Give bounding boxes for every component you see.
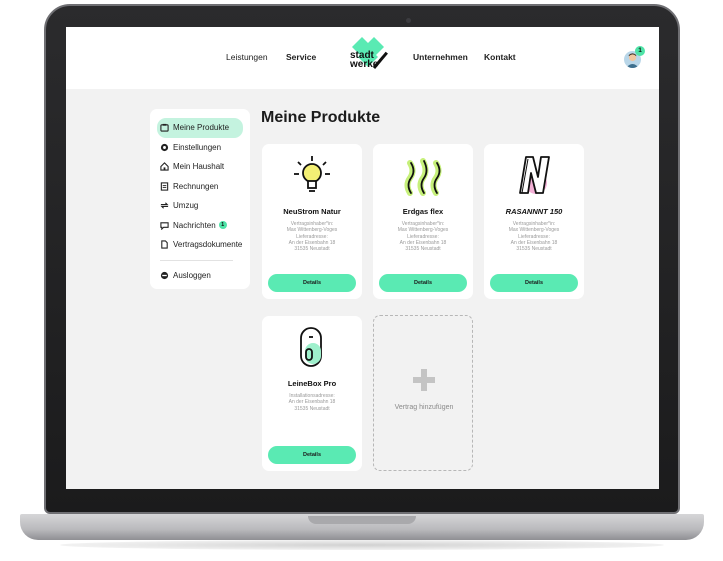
sidebar-item-label: Nachrichten <box>173 220 216 230</box>
product-details: Vertragsinhaber*in: Max Wittenberg-Voges… <box>489 221 579 252</box>
move-icon <box>160 202 169 209</box>
message-icon <box>160 222 169 230</box>
message-count-badge: 1 <box>218 221 227 230</box>
product-card-rasannnt-150: RASANNNT 150 Vertragsinhaber*in: Max Wit… <box>484 144 584 299</box>
sidebar-item-vertragsdokumente[interactable]: Vertragsdokumente <box>157 235 243 255</box>
sidebar-item-mein-haushalt[interactable]: Mein Haushalt <box>157 157 243 177</box>
product-name: NeuStrom Natur <box>283 207 341 216</box>
meta-line: 31535 Neustadt <box>294 246 330 253</box>
add-contract-card[interactable]: Vertrag hinzufügen <box>373 315 473 471</box>
internet-n-icon <box>519 156 550 194</box>
notification-badge: 1 <box>635 46 645 56</box>
gas-flame-icon <box>404 158 442 196</box>
sidebar-item-label: Umzug <box>173 201 199 211</box>
nav-link-leistungen[interactable]: Leistungen <box>226 52 268 62</box>
sidebar: Meine Produkte Einstellungen Mein Hausha… <box>150 109 250 289</box>
nav-link-service[interactable]: Service <box>286 52 316 62</box>
invoice-icon <box>160 182 169 191</box>
product-name: LeineBox Pro <box>287 379 337 388</box>
details-button[interactable]: Details <box>490 274 578 292</box>
top-navigation: Leistungen Service stadt werke Unternehm… <box>66 27 659 89</box>
product-card-neustrom-natur: NeuStrom Natur Vertragsinhaber*in: Max W… <box>262 144 362 299</box>
sidebar-item-label: Rechnungen <box>173 181 219 191</box>
logo-text-line-2: werke <box>350 59 379 70</box>
laptop-shadow <box>60 540 664 550</box>
page-title: Meine Produkte <box>261 109 381 126</box>
nav-link-kontakt[interactable]: Kontakt <box>484 52 516 62</box>
details-button[interactable]: Details <box>268 446 356 464</box>
meta-line: 31535 Neustadt <box>516 246 552 253</box>
plus-icon <box>413 369 435 391</box>
sidebar-item-einstellungen[interactable]: Einstellungen <box>157 138 243 158</box>
product-name: RASANNNT 150 <box>505 207 563 216</box>
sidebar-item-umzug[interactable]: Umzug <box>157 196 243 216</box>
gear-icon <box>160 143 169 151</box>
house-icon <box>160 162 169 171</box>
product-card-erdgas-flex: Erdgas flex Vertragsinhaber*in: Max Witt… <box>373 144 473 299</box>
nav-link-unternehmen[interactable]: Unternehmen <box>413 52 468 62</box>
details-button[interactable]: Details <box>379 274 467 292</box>
logo-text: stadt werke <box>350 51 379 70</box>
meta-line: 31535 Neustadt <box>405 246 441 253</box>
sidebar-item-label: Einstellungen <box>173 142 222 152</box>
sidebar-divider <box>160 259 233 261</box>
product-box-icon <box>160 124 169 132</box>
laptop-notch <box>308 516 416 524</box>
product-card-leinebox-pro: LeineBox Pro Installationsadresse: An de… <box>262 316 362 471</box>
product-name: Erdgas flex <box>402 207 444 216</box>
sidebar-item-label: Mein Haushalt <box>173 162 225 172</box>
lightbulb-icon <box>294 156 330 192</box>
product-details: Vertragsinhaber*in: Max Wittenberg-Voges… <box>378 221 468 252</box>
meta-line: 31535 Neustadt <box>294 405 330 412</box>
screen: Leistungen Service stadt werke Unternehm… <box>66 27 659 489</box>
details-button[interactable]: Details <box>268 274 356 292</box>
sidebar-item-rechnungen[interactable]: Rechnungen <box>157 177 243 197</box>
sidebar-item-label: Ausloggen <box>173 270 211 280</box>
sidebar-item-label: Vertragsdokumente <box>173 240 243 250</box>
document-icon <box>161 240 168 249</box>
add-contract-label: Vertrag hinzufügen <box>394 404 454 411</box>
sidebar-item-label: Meine Produkte <box>173 123 230 133</box>
stadtwerke-logo[interactable]: stadt werke <box>344 35 394 79</box>
box-device-icon <box>300 327 322 367</box>
sidebar-item-ausloggen[interactable]: Ausloggen <box>157 266 243 286</box>
product-details: Vertragsinhaber*in: Max Wittenberg-Voges… <box>267 221 357 252</box>
product-details: Installationsadresse: An der Eisenbahn 1… <box>267 393 357 412</box>
laptop-frame: Leistungen Service stadt werke Unternehm… <box>0 0 723 561</box>
sidebar-item-meine-produkte[interactable]: Meine Produkte <box>157 118 243 138</box>
logout-icon <box>160 271 169 279</box>
camera-icon <box>406 18 411 23</box>
sidebar-item-nachrichten[interactable]: Nachrichten 1 <box>157 216 243 236</box>
